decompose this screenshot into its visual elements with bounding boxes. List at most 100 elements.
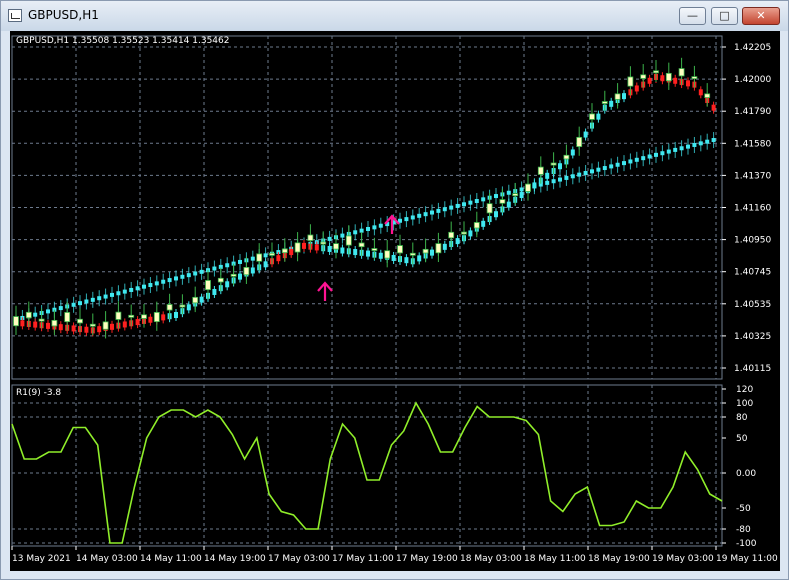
- slow-band-body: [71, 302, 76, 307]
- fast-band-body: [46, 322, 50, 329]
- candle-body: [640, 74, 647, 79]
- slow-band-body: [666, 149, 671, 154]
- candle-body: [627, 76, 634, 87]
- candle-body: [89, 323, 96, 327]
- slow-band-body: [404, 217, 409, 222]
- fast-band-body: [238, 273, 242, 280]
- price-axis-label: 1.41160: [734, 204, 771, 214]
- price-axis-label: 1.41370: [734, 171, 771, 181]
- candle-body: [333, 243, 339, 250]
- candle-body: [371, 248, 378, 251]
- candle-body: [512, 193, 519, 197]
- slow-band-body: [129, 287, 134, 292]
- candle-body: [550, 162, 557, 166]
- candle-body: [141, 314, 147, 319]
- slow-band-body: [455, 203, 460, 208]
- slow-band-body: [570, 174, 575, 179]
- slow-band-body: [423, 212, 428, 217]
- candle-body: [691, 76, 698, 80]
- candle-body: [409, 252, 416, 256]
- candle-body: [115, 311, 122, 320]
- price-axis-label: 1.42000: [734, 75, 771, 85]
- candle-body: [384, 250, 391, 259]
- slow-band-body: [199, 269, 204, 274]
- candle-body: [589, 113, 595, 120]
- candle-body: [537, 166, 544, 175]
- fast-band-body: [455, 238, 460, 245]
- slow-band-body: [449, 205, 454, 210]
- fast-band-body: [250, 267, 255, 274]
- fast-band-body: [327, 245, 332, 252]
- fast-band-body: [506, 201, 511, 208]
- slow-band-body: [90, 297, 95, 302]
- candle-body: [678, 68, 685, 77]
- fast-band-body: [135, 319, 140, 326]
- fast-band-body: [340, 247, 345, 254]
- maximize-button[interactable]: □: [711, 7, 738, 25]
- fast-band-body: [532, 182, 537, 189]
- slow-band-body: [711, 138, 716, 143]
- fast-band-body: [353, 249, 358, 256]
- candle-body: [230, 273, 237, 277]
- slow-band-body: [590, 169, 594, 174]
- slow-band-body: [583, 170, 588, 175]
- title-bar[interactable]: GBPUSD,H1 — □ ✕: [1, 1, 788, 31]
- candle-body: [192, 296, 199, 304]
- time-axis-label: 18 May 03:00: [460, 554, 522, 564]
- candle-body: [525, 183, 531, 192]
- slow-band-body: [167, 278, 172, 283]
- candle-body: [473, 222, 480, 229]
- fast-band-body: [519, 192, 524, 199]
- fast-band-body: [225, 281, 230, 288]
- candle-body: [77, 318, 83, 324]
- slow-band-body: [698, 141, 703, 146]
- slow-band-body: [250, 256, 255, 261]
- candle-body: [64, 312, 71, 323]
- slow-band-body: [551, 179, 556, 184]
- slow-band-body: [506, 190, 511, 195]
- minimize-button[interactable]: —: [679, 7, 706, 25]
- fast-band-body: [711, 104, 716, 111]
- price-axis-label: 1.40745: [734, 268, 771, 278]
- time-axis-label: 17 May 19:00: [396, 554, 458, 564]
- slow-band-body: [327, 236, 332, 241]
- slow-band-body: [609, 164, 614, 169]
- candle-body: [13, 316, 19, 327]
- fast-band-body: [263, 261, 268, 268]
- slow-band-body: [558, 177, 562, 182]
- window-title: GBPUSD,H1: [28, 8, 99, 22]
- chart-window-icon: [8, 9, 22, 22]
- indicator-label: R1(9) -3.8: [16, 388, 61, 398]
- slow-band-body: [225, 263, 230, 268]
- slow-band-body: [673, 147, 678, 152]
- candle-body: [499, 199, 506, 204]
- slow-band-body: [468, 200, 473, 205]
- slow-band-body: [494, 194, 498, 199]
- slow-band-body: [564, 175, 569, 180]
- indicator-axis-label: -100: [736, 539, 757, 549]
- fast-band-body: [545, 172, 550, 179]
- slow-band-body: [366, 227, 370, 232]
- time-axis-label: 19 May 11:00: [716, 554, 778, 564]
- fast-band-body: [468, 230, 473, 237]
- fast-band-body: [698, 89, 703, 96]
- indicator-axis-label: -80: [736, 525, 751, 535]
- fast-band-body: [20, 320, 25, 327]
- candle-body: [294, 242, 301, 253]
- price-axis-label: 1.40325: [734, 332, 771, 342]
- chart-canvas[interactable]: 1.42205 1.42000 1.41790 1.41580 1.41370 1.411…: [10, 31, 780, 571]
- close-button[interactable]: ✕: [742, 7, 780, 25]
- slow-band-body: [238, 259, 242, 264]
- fast-band-body: [97, 326, 102, 333]
- indicator-axis-label: -50: [736, 504, 751, 514]
- price-axis-label: 1.41580: [734, 139, 771, 149]
- candle-body: [397, 245, 403, 254]
- slow-band-body: [135, 286, 140, 291]
- fast-band-body: [33, 321, 38, 328]
- slow-band-body: [161, 279, 166, 284]
- candle-body: [269, 252, 275, 256]
- indicator-axis-label: 50: [736, 434, 748, 444]
- candle-body: [102, 321, 109, 330]
- slow-band-body: [174, 276, 178, 281]
- fast-band-body: [673, 77, 678, 84]
